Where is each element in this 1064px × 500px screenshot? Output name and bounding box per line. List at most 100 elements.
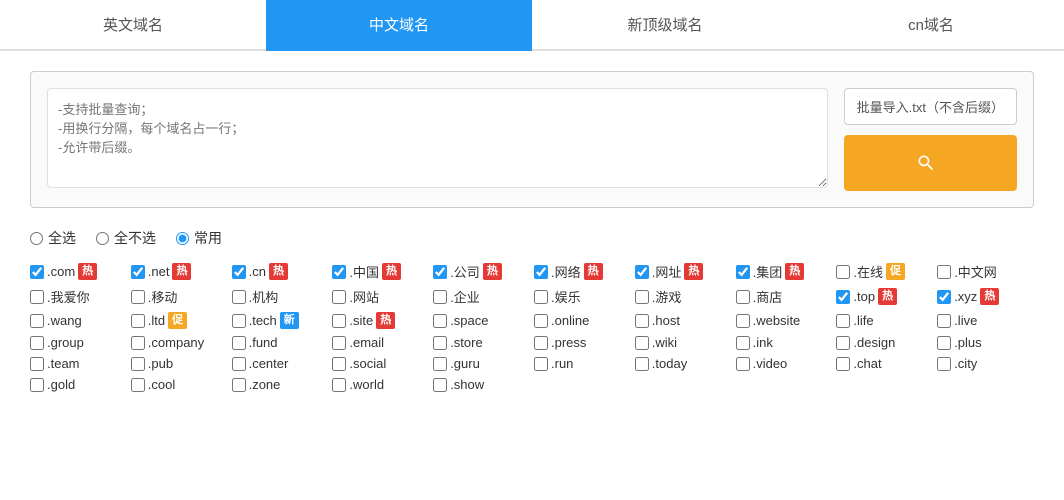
domain-textarea[interactable] xyxy=(47,88,828,188)
domain-item[interactable]: .ink xyxy=(736,335,833,350)
domain-checkbox[interactable] xyxy=(836,336,850,350)
domain-item[interactable]: .在线促 xyxy=(836,262,933,281)
domain-item[interactable]: .公司热 xyxy=(433,262,530,281)
domain-checkbox[interactable] xyxy=(332,357,346,371)
domain-item[interactable]: .design xyxy=(836,335,933,350)
domain-checkbox[interactable] xyxy=(534,336,548,350)
domain-checkbox[interactable] xyxy=(937,265,951,279)
domain-item[interactable]: .pub xyxy=(131,356,228,371)
domain-checkbox[interactable] xyxy=(937,290,951,304)
domain-checkbox[interactable] xyxy=(534,290,548,304)
domain-item[interactable]: .tech新 xyxy=(232,312,329,329)
domain-item[interactable]: .xyz热 xyxy=(937,287,1034,306)
domain-item[interactable]: .fund xyxy=(232,335,329,350)
select-none-option[interactable]: 全不选 xyxy=(96,228,156,248)
domain-item[interactable]: .wiki xyxy=(635,335,732,350)
select-all-radio[interactable] xyxy=(30,232,43,245)
domain-checkbox[interactable] xyxy=(836,357,850,371)
domain-checkbox[interactable] xyxy=(131,314,145,328)
domain-checkbox[interactable] xyxy=(736,314,750,328)
domain-checkbox[interactable] xyxy=(433,336,447,350)
domain-checkbox[interactable] xyxy=(332,265,346,279)
domain-item[interactable]: .world xyxy=(332,377,429,392)
domain-checkbox[interactable] xyxy=(635,265,649,279)
domain-item[interactable]: .ltd促 xyxy=(131,312,228,329)
domain-item[interactable]: .网址热 xyxy=(635,262,732,281)
domain-item[interactable]: .企业 xyxy=(433,287,530,306)
search-button[interactable] xyxy=(844,135,1017,191)
domain-checkbox[interactable] xyxy=(131,378,145,392)
domain-item[interactable]: .中国热 xyxy=(332,262,429,281)
domain-checkbox[interactable] xyxy=(736,265,750,279)
domain-checkbox[interactable] xyxy=(131,336,145,350)
domain-item[interactable]: .website xyxy=(736,312,833,329)
domain-checkbox[interactable] xyxy=(635,336,649,350)
domain-checkbox[interactable] xyxy=(131,265,145,279)
domain-item[interactable]: .run xyxy=(534,356,631,371)
domain-checkbox[interactable] xyxy=(30,265,44,279)
domain-checkbox[interactable] xyxy=(332,314,346,328)
domain-item[interactable]: .我爱你 xyxy=(30,287,127,306)
domain-checkbox[interactable] xyxy=(836,290,850,304)
domain-item[interactable]: .gold xyxy=(30,377,127,392)
domain-item[interactable]: .chat xyxy=(836,356,933,371)
domain-item[interactable]: .center xyxy=(232,356,329,371)
domain-item[interactable]: .wang xyxy=(30,312,127,329)
domain-item[interactable]: .中文网 xyxy=(937,262,1034,281)
domain-checkbox[interactable] xyxy=(232,357,246,371)
domain-item[interactable]: .guru xyxy=(433,356,530,371)
domain-checkbox[interactable] xyxy=(232,378,246,392)
domain-item[interactable]: .online xyxy=(534,312,631,329)
domain-checkbox[interactable] xyxy=(433,378,447,392)
domain-checkbox[interactable] xyxy=(534,265,548,279)
domain-item[interactable]: .net热 xyxy=(131,262,228,281)
domain-item[interactable]: .网站 xyxy=(332,287,429,306)
domain-checkbox[interactable] xyxy=(232,290,246,304)
domain-item[interactable]: .live xyxy=(937,312,1034,329)
domain-checkbox[interactable] xyxy=(433,290,447,304)
domain-checkbox[interactable] xyxy=(534,314,548,328)
domain-checkbox[interactable] xyxy=(30,336,44,350)
domain-checkbox[interactable] xyxy=(30,290,44,304)
domain-item[interactable]: .com热 xyxy=(30,262,127,281)
domain-item[interactable]: .zone xyxy=(232,377,329,392)
domain-checkbox[interactable] xyxy=(232,265,246,279)
domain-checkbox[interactable] xyxy=(937,314,951,328)
domain-item[interactable]: .social xyxy=(332,356,429,371)
domain-checkbox[interactable] xyxy=(232,336,246,350)
domain-checkbox[interactable] xyxy=(30,357,44,371)
domain-checkbox[interactable] xyxy=(232,314,246,328)
domain-checkbox[interactable] xyxy=(736,290,750,304)
domain-checkbox[interactable] xyxy=(433,314,447,328)
domain-checkbox[interactable] xyxy=(937,357,951,371)
domain-checkbox[interactable] xyxy=(736,336,750,350)
domain-checkbox[interactable] xyxy=(635,357,649,371)
domain-item[interactable]: .life xyxy=(836,312,933,329)
domain-item[interactable]: .video xyxy=(736,356,833,371)
select-common-radio[interactable] xyxy=(176,232,189,245)
domain-checkbox[interactable] xyxy=(635,290,649,304)
domain-item[interactable]: .site热 xyxy=(332,312,429,329)
domain-checkbox[interactable] xyxy=(131,290,145,304)
domain-item[interactable]: .网络热 xyxy=(534,262,631,281)
domain-item[interactable]: .plus xyxy=(937,335,1034,350)
domain-item[interactable]: .机构 xyxy=(232,287,329,306)
select-all-option[interactable]: 全选 xyxy=(30,228,76,248)
select-none-radio[interactable] xyxy=(96,232,109,245)
domain-item[interactable]: .group xyxy=(30,335,127,350)
select-common-option[interactable]: 常用 xyxy=(176,228,222,248)
domain-checkbox[interactable] xyxy=(332,336,346,350)
domain-item[interactable]: .移动 xyxy=(131,287,228,306)
domain-item[interactable]: .商店 xyxy=(736,287,833,306)
domain-checkbox[interactable] xyxy=(30,378,44,392)
domain-item[interactable]: .team xyxy=(30,356,127,371)
tab-chinese-domain[interactable]: 中文域名 xyxy=(266,0,532,51)
domain-item[interactable]: .cn热 xyxy=(232,262,329,281)
domain-checkbox[interactable] xyxy=(635,314,649,328)
tab-english-domain[interactable]: 英文域名 xyxy=(0,0,266,51)
domain-item[interactable]: .娱乐 xyxy=(534,287,631,306)
domain-checkbox[interactable] xyxy=(433,357,447,371)
domain-item[interactable]: .city xyxy=(937,356,1034,371)
domain-checkbox[interactable] xyxy=(836,265,850,279)
domain-item[interactable]: .集团热 xyxy=(736,262,833,281)
